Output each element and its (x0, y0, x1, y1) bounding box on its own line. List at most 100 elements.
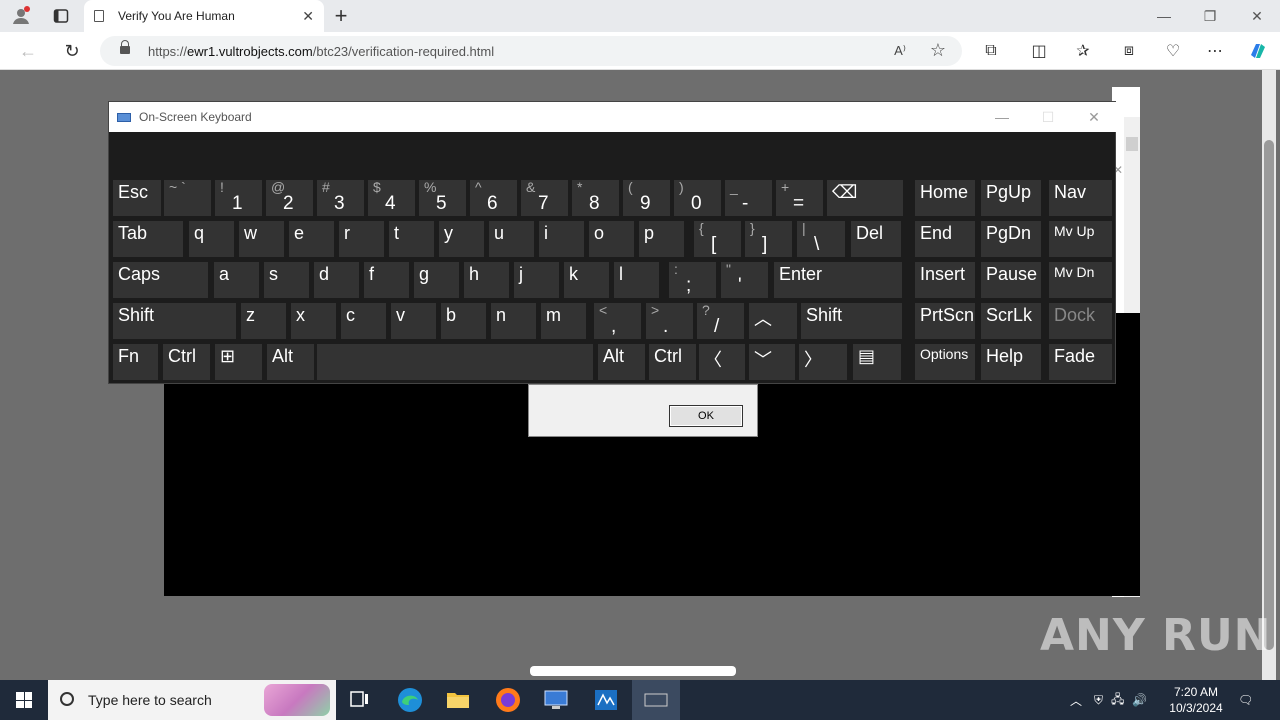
key-r[interactable]: r (339, 221, 384, 257)
key-5[interactable]: % 5 (419, 180, 466, 216)
key-y[interactable]: y (439, 221, 484, 257)
key-period[interactable]: >. (646, 303, 693, 339)
key-equals[interactable]: + = (776, 180, 823, 216)
key-i[interactable]: i (539, 221, 584, 257)
key-quote[interactable]: " ' (721, 262, 768, 298)
key-prtscn[interactable]: PrtScn (915, 303, 975, 339)
key-comma[interactable]: <, (594, 303, 641, 339)
key-enter[interactable]: Enter (774, 262, 902, 298)
security-icon[interactable]: ⛨ (1094, 693, 1103, 708)
key-lshift[interactable]: Shift (113, 303, 236, 339)
key-x[interactable]: x (291, 303, 336, 339)
osk-taskbar-icon[interactable] (632, 680, 680, 720)
key-home[interactable]: Home (915, 180, 975, 216)
key-win[interactable]: ⊞ (215, 344, 262, 380)
ok-button[interactable]: OK (669, 405, 743, 427)
key-help[interactable]: Help (981, 344, 1041, 380)
key-pause[interactable]: Pause (981, 262, 1041, 298)
key-o[interactable]: o (589, 221, 634, 257)
key-a[interactable]: a (214, 262, 259, 298)
start-button[interactable] (0, 680, 48, 720)
key-c[interactable]: c (341, 303, 386, 339)
key-rbracket[interactable]: }] (745, 221, 792, 257)
key-8[interactable]: * 8 (572, 180, 619, 216)
favorites-icon[interactable]: ✰ (1072, 40, 1094, 62)
collections-icon[interactable]: ⧈ (1118, 40, 1140, 62)
key-fade[interactable]: Fade (1049, 344, 1112, 380)
key-options[interactable]: Options (915, 344, 975, 380)
key-mvup[interactable]: Mv Up (1049, 221, 1112, 257)
inner-scrollbar-thumb[interactable] (1126, 137, 1138, 151)
page-scrollbar-thumb[interactable] (1264, 140, 1274, 650)
key-pgdn[interactable]: PgDn (981, 221, 1041, 257)
tray-overflow-icon[interactable]: ︿ (1070, 692, 1082, 709)
task-view-icon[interactable] (336, 680, 384, 720)
key-slash[interactable]: ? / (697, 303, 744, 339)
key-semicolon[interactable]: :; (669, 262, 716, 298)
key-pgup[interactable]: PgUp (981, 180, 1041, 216)
new-tab-icon[interactable]: + (330, 3, 352, 28)
key-g[interactable]: g (414, 262, 459, 298)
back-icon[interactable]: ← (16, 40, 40, 62)
network-icon[interactable]: 🖧 (1111, 690, 1124, 711)
key-u[interactable]: u (489, 221, 534, 257)
key-menu[interactable]: ▤ (853, 344, 901, 380)
key-down[interactable]: ﹀ (749, 344, 795, 380)
tab-verify-you-are-human[interactable]: Verify You Are Human ✕ (84, 0, 324, 32)
notifications-icon[interactable]: 🗨 (1238, 680, 1258, 720)
remote-desktop-icon[interactable] (532, 680, 580, 720)
file-explorer-icon[interactable] (434, 680, 482, 720)
key-nav[interactable]: Nav (1049, 180, 1112, 216)
osk-maximize-icon[interactable]: ☐ (1025, 102, 1071, 132)
key-m[interactable]: m (541, 303, 586, 339)
key-9[interactable]: (9 (623, 180, 670, 216)
key-3[interactable]: #3 (317, 180, 364, 216)
key-n[interactable]: n (491, 303, 536, 339)
key-insert[interactable]: Insert (915, 262, 975, 298)
key-2[interactable]: @2 (266, 180, 313, 216)
key-s[interactable]: s (264, 262, 309, 298)
monitor-app-icon[interactable] (582, 680, 630, 720)
minimize-icon[interactable]: — (1141, 0, 1187, 32)
key-space[interactable] (317, 344, 593, 380)
key-1[interactable]: ! 1 (215, 180, 262, 216)
osk-close-icon[interactable]: ✕ (1071, 102, 1117, 132)
key-caps[interactable]: Caps (113, 262, 208, 298)
more-menu-icon[interactable]: ⋯ (1204, 40, 1226, 62)
key-del[interactable]: Del (851, 221, 901, 257)
key-e[interactable]: e (289, 221, 334, 257)
key-esc[interactable]: Esc (113, 180, 161, 216)
key-minus[interactable]: _ - (725, 180, 772, 216)
taskbar-search-box[interactable]: Type here to search (48, 680, 336, 720)
profile-avatar-icon[interactable] (10, 6, 32, 26)
taskbar-clock[interactable]: 7:20 AM 10/3/2024 (1164, 684, 1228, 716)
key-backspace[interactable]: ⌫ (827, 180, 903, 216)
key-rctrl[interactable]: Ctrl (649, 344, 696, 380)
key-7[interactable]: & 7 (521, 180, 568, 216)
key-v[interactable]: v (391, 303, 436, 339)
edge-taskbar-icon[interactable] (386, 680, 434, 720)
key-q[interactable]: q (189, 221, 234, 257)
key-up[interactable]: ︿ (749, 303, 797, 339)
key-0[interactable]: ) 0 (674, 180, 721, 216)
key-ralt[interactable]: Alt (598, 344, 645, 380)
key-lalt[interactable]: Alt (267, 344, 314, 380)
key-b[interactable]: b (441, 303, 486, 339)
extensions-icon[interactable]: ⧉ (980, 40, 1002, 62)
key-t[interactable]: t (389, 221, 434, 257)
refresh-icon[interactable]: ↻ (60, 40, 84, 62)
browser-essentials-icon[interactable]: ♡ (1162, 40, 1184, 62)
key-scrlk[interactable]: ScrLk (981, 303, 1041, 339)
key-4[interactable]: $4 (368, 180, 415, 216)
close-window-icon[interactable]: ✕ (1234, 0, 1280, 32)
key-backtick[interactable]: ~ ` (164, 180, 211, 216)
read-aloud-icon[interactable]: A⁾ (894, 43, 906, 59)
key-p[interactable]: p (639, 221, 684, 257)
key-fn[interactable]: Fn (113, 344, 158, 380)
key-lctrl[interactable]: Ctrl (163, 344, 210, 380)
key-right[interactable]: 〉 (799, 344, 847, 380)
key-mvdn[interactable]: Mv Dn (1049, 262, 1112, 298)
copilot-icon[interactable] (1246, 40, 1270, 62)
key-h[interactable]: h (464, 262, 509, 298)
tab-actions-icon[interactable] (50, 6, 72, 26)
